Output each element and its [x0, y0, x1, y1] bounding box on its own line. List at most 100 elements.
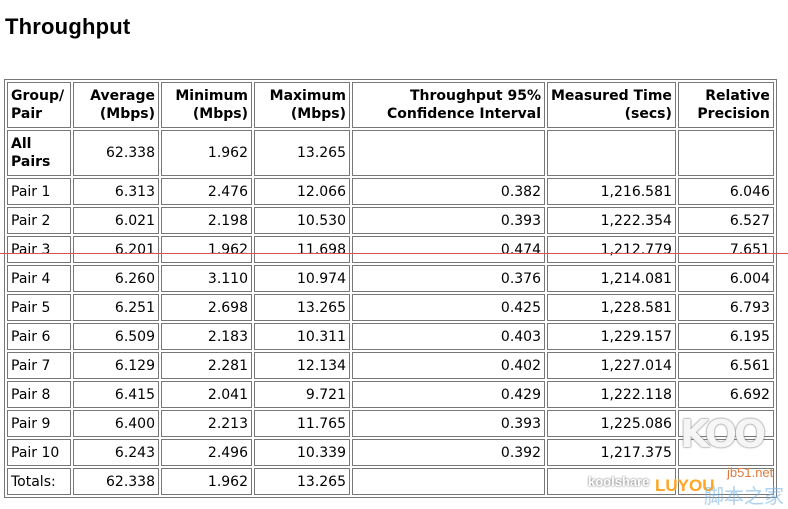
- pair-ci: 0.474: [352, 236, 545, 263]
- pair-maximum: 10.974: [254, 265, 350, 292]
- table-row: Pair 1 6.313 2.476 12.066 0.382 1,216.581 6.04…: [7, 178, 774, 205]
- pair-maximum: 13.265: [254, 294, 350, 321]
- pair-maximum: 9.721: [254, 381, 350, 408]
- pair-average: 6.415: [73, 381, 159, 408]
- all-pairs-time: [547, 130, 676, 176]
- header-group-pair: Group/Pair: [7, 82, 71, 128]
- throughput-table: Group/Pair Average (Mbps) Minimum (Mbps) M…: [4, 79, 777, 498]
- pair-ci: 0.382: [352, 178, 545, 205]
- pair-time: 1,227.014: [547, 352, 676, 379]
- all-pairs-row: All Pairs 62.338 1.962 13.265: [7, 130, 774, 176]
- pair-average: 6.509: [73, 323, 159, 350]
- all-pairs-average: 62.338: [73, 130, 159, 176]
- table-row: Pair 10 6.243 2.496 10.339 0.392 1,217.375: [7, 439, 774, 466]
- red-guide-line: [0, 253, 788, 254]
- table-row: Pair 2 6.021 2.198 10.530 0.393 1,222.354 6.52…: [7, 207, 774, 234]
- page-title: Throughput: [5, 14, 131, 39]
- pair-minimum: 2.041: [161, 381, 252, 408]
- all-pairs-maximum: 13.265: [254, 130, 350, 176]
- pair-label: Pair 8: [7, 381, 71, 408]
- pair-maximum: 11.698: [254, 236, 350, 263]
- pair-time: 1,217.375: [547, 439, 676, 466]
- all-pairs-ci: [352, 130, 545, 176]
- pair-label: Pair 4: [7, 265, 71, 292]
- pair-average: 6.201: [73, 236, 159, 263]
- pair-time: 1,228.581: [547, 294, 676, 321]
- header-measured-time: Measured Time (secs): [547, 82, 676, 128]
- pair-average: 6.251: [73, 294, 159, 321]
- totals-label: Totals:: [7, 468, 71, 495]
- pair-rp: 6.793: [677, 294, 774, 321]
- totals-ci: [352, 468, 545, 495]
- pair-average: 6.243: [73, 439, 159, 466]
- pair-label: Pair 9: [7, 410, 71, 437]
- pair-maximum: 10.530: [254, 207, 350, 234]
- pair-minimum: 2.213: [161, 410, 252, 437]
- koo-watermark: KOO: [680, 412, 766, 456]
- pair-minimum: 2.476: [161, 178, 252, 205]
- pair-average: 6.021: [73, 207, 159, 234]
- pair-minimum: 2.183: [161, 323, 252, 350]
- pair-rp: 6.004: [677, 265, 774, 292]
- pair-minimum: 2.198: [161, 207, 252, 234]
- header-confidence-interval: Throughput 95% Confidence Interval: [352, 82, 545, 128]
- pair-ci: 0.403: [352, 323, 545, 350]
- pair-maximum: 12.066: [254, 178, 350, 205]
- pair-time: 1,214.081: [547, 265, 676, 292]
- pair-time: 1,216.581: [547, 178, 676, 205]
- pair-rp: 7.651: [677, 236, 774, 263]
- pair-label: Pair 2: [7, 207, 71, 234]
- all-pairs-label: All Pairs: [7, 130, 71, 176]
- pair-maximum: 10.339: [254, 439, 350, 466]
- pair-average: 6.129: [73, 352, 159, 379]
- jb51-watermark: jb51.net: [727, 465, 774, 480]
- pair-time: 1,222.118: [547, 381, 676, 408]
- all-pairs-minimum: 1.962: [161, 130, 252, 176]
- table-row: Pair 9 6.400 2.213 11.765 0.393 1,225.086: [7, 410, 774, 437]
- pair-rp: 6.561: [677, 352, 774, 379]
- pair-minimum: 2.281: [161, 352, 252, 379]
- table-row: Pair 5 6.251 2.698 13.265 0.425 1,228.581 6.79…: [7, 294, 774, 321]
- table-row: Pair 7 6.129 2.281 12.134 0.402 1,227.014 6.56…: [7, 352, 774, 379]
- pair-rp: 6.527: [677, 207, 774, 234]
- pair-ci: 0.402: [352, 352, 545, 379]
- pair-average: 6.313: [73, 178, 159, 205]
- pair-minimum: 1.962: [161, 236, 252, 263]
- pair-maximum: 11.765: [254, 410, 350, 437]
- pair-maximum: 10.311: [254, 323, 350, 350]
- table-header-row: Group/Pair Average (Mbps) Minimum (Mbps) M…: [7, 82, 774, 128]
- header-minimum: Minimum (Mbps): [161, 82, 252, 128]
- pair-maximum: 12.134: [254, 352, 350, 379]
- header-relative-precision: Relative Precision: [677, 82, 774, 128]
- pair-ci: 0.393: [352, 410, 545, 437]
- pair-rp: 6.195: [677, 323, 774, 350]
- pair-ci: 0.393: [352, 207, 545, 234]
- pair-ci: 0.376: [352, 265, 545, 292]
- totals-maximum: 13.265: [254, 468, 350, 495]
- pair-average: 6.400: [73, 410, 159, 437]
- pair-average: 6.260: [73, 265, 159, 292]
- pair-rp: 6.046: [677, 178, 774, 205]
- pair-label: Pair 3: [7, 236, 71, 263]
- header-maximum: Maximum (Mbps): [254, 82, 350, 128]
- pair-label: Pair 6: [7, 323, 71, 350]
- pair-minimum: 2.496: [161, 439, 252, 466]
- totals-minimum: 1.962: [161, 468, 252, 495]
- table-row: Pair 6 6.509 2.183 10.311 0.403 1,229.157 6.19…: [7, 323, 774, 350]
- pair-ci: 0.392: [352, 439, 545, 466]
- pair-ci: 0.429: [352, 381, 545, 408]
- pair-time: 1,222.354: [547, 207, 676, 234]
- pair-ci: 0.425: [352, 294, 545, 321]
- totals-average: 62.338: [73, 468, 159, 495]
- table-row: Pair 4 6.260 3.110 10.974 0.376 1,214.081 6.00…: [7, 265, 774, 292]
- pair-label: Pair 1: [7, 178, 71, 205]
- pair-label: Pair 5: [7, 294, 71, 321]
- table-row: Pair 8 6.415 2.041 9.721 0.429 1,222.118 6.692: [7, 381, 774, 408]
- pair-rp: 6.692: [677, 381, 774, 408]
- pair-label: Pair 7: [7, 352, 71, 379]
- pair-time: 1,229.157: [547, 323, 676, 350]
- pair-time: 1,225.086: [547, 410, 676, 437]
- header-average: Average (Mbps): [73, 82, 159, 128]
- koolshare-watermark: koolshare: [588, 474, 650, 489]
- table-row: Pair 3 6.201 1.962 11.698 0.474 1,212.779 7.65…: [7, 236, 774, 263]
